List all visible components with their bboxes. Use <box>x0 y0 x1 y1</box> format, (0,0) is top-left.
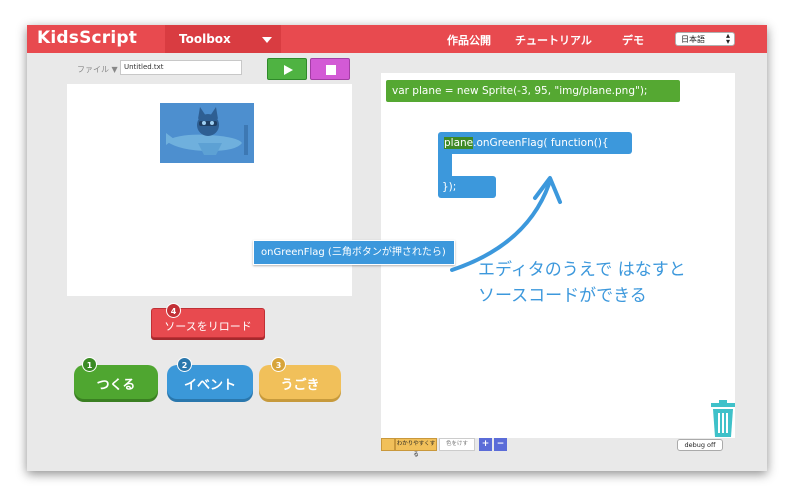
select-arrows-icon: ▴ ▾ <box>725 31 730 46</box>
play-icon <box>284 65 293 75</box>
nav-demo[interactable]: デモ <box>622 32 644 48</box>
app-logo[interactable]: KidsScript <box>37 28 137 48</box>
pencil-icon[interactable] <box>381 438 395 451</box>
zoom-in-button[interactable]: + <box>479 438 492 451</box>
trash-icon[interactable] <box>709 400 737 438</box>
curved-arrow-icon <box>450 176 562 272</box>
remove-color-button[interactable]: 色をけす <box>439 438 475 451</box>
toolbox-dropdown[interactable]: Toolbox <box>165 25 281 53</box>
category-create-label: つくる <box>96 378 136 393</box>
toolbox-label: Toolbox <box>179 32 231 46</box>
step-badge-4: 4 <box>166 303 181 318</box>
stop-icon <box>326 65 336 75</box>
app-window: KidsScript Toolbox 作品公開 チュートリアル デモ 日本語 ▴… <box>27 25 767 471</box>
category-motion-button[interactable]: うごき <box>259 365 341 399</box>
handler-object: plane <box>444 137 474 149</box>
nav-tutorial[interactable]: チュートリアル <box>515 32 592 48</box>
language-value: 日本語 <box>681 35 705 44</box>
code-block-var[interactable]: var plane = new Sprite(-3, 95, "img/plan… <box>386 80 680 102</box>
drop-hint-line2: ソースコードができる <box>478 286 647 306</box>
header-bar: KidsScript Toolbox 作品公開 チュートリアル デモ 日本語 ▴… <box>27 25 767 53</box>
simplify-button[interactable]: わかりやすくする <box>395 438 437 458</box>
category-event-label: イベント <box>183 378 236 393</box>
play-button[interactable] <box>267 58 307 80</box>
file-menu[interactable]: ファイル ▼ <box>77 64 118 75</box>
caret-down-icon <box>262 37 272 43</box>
stop-button[interactable] <box>310 58 350 80</box>
step-badge-3: 3 <box>271 357 286 372</box>
debug-toggle-button[interactable]: debug off <box>677 439 723 451</box>
code-block-handler[interactable]: plane.onGreenFlag( function(){ <box>438 132 632 154</box>
step-badge-1: 1 <box>82 357 97 372</box>
zoom-out-button[interactable]: − <box>494 438 507 451</box>
plane-sprite[interactable] <box>160 103 254 163</box>
category-motion-label: うごき <box>280 378 320 393</box>
step-badge-2: 2 <box>177 357 192 372</box>
reload-label: ソースをリロード <box>164 320 252 333</box>
language-select[interactable]: 日本語 ▴ ▾ <box>675 32 735 46</box>
editor-footer: わかりやすくする 色をけす + − debug off <box>381 438 735 458</box>
dragging-block-tooltip[interactable]: onGreenFlag (三角ボタンが押されたら) <box>253 240 455 265</box>
filename-field[interactable]: Untitled.txt <box>120 60 242 75</box>
nav-publish[interactable]: 作品公開 <box>447 32 491 48</box>
handler-call: .onGreenFlag( function(){ <box>473 137 609 149</box>
